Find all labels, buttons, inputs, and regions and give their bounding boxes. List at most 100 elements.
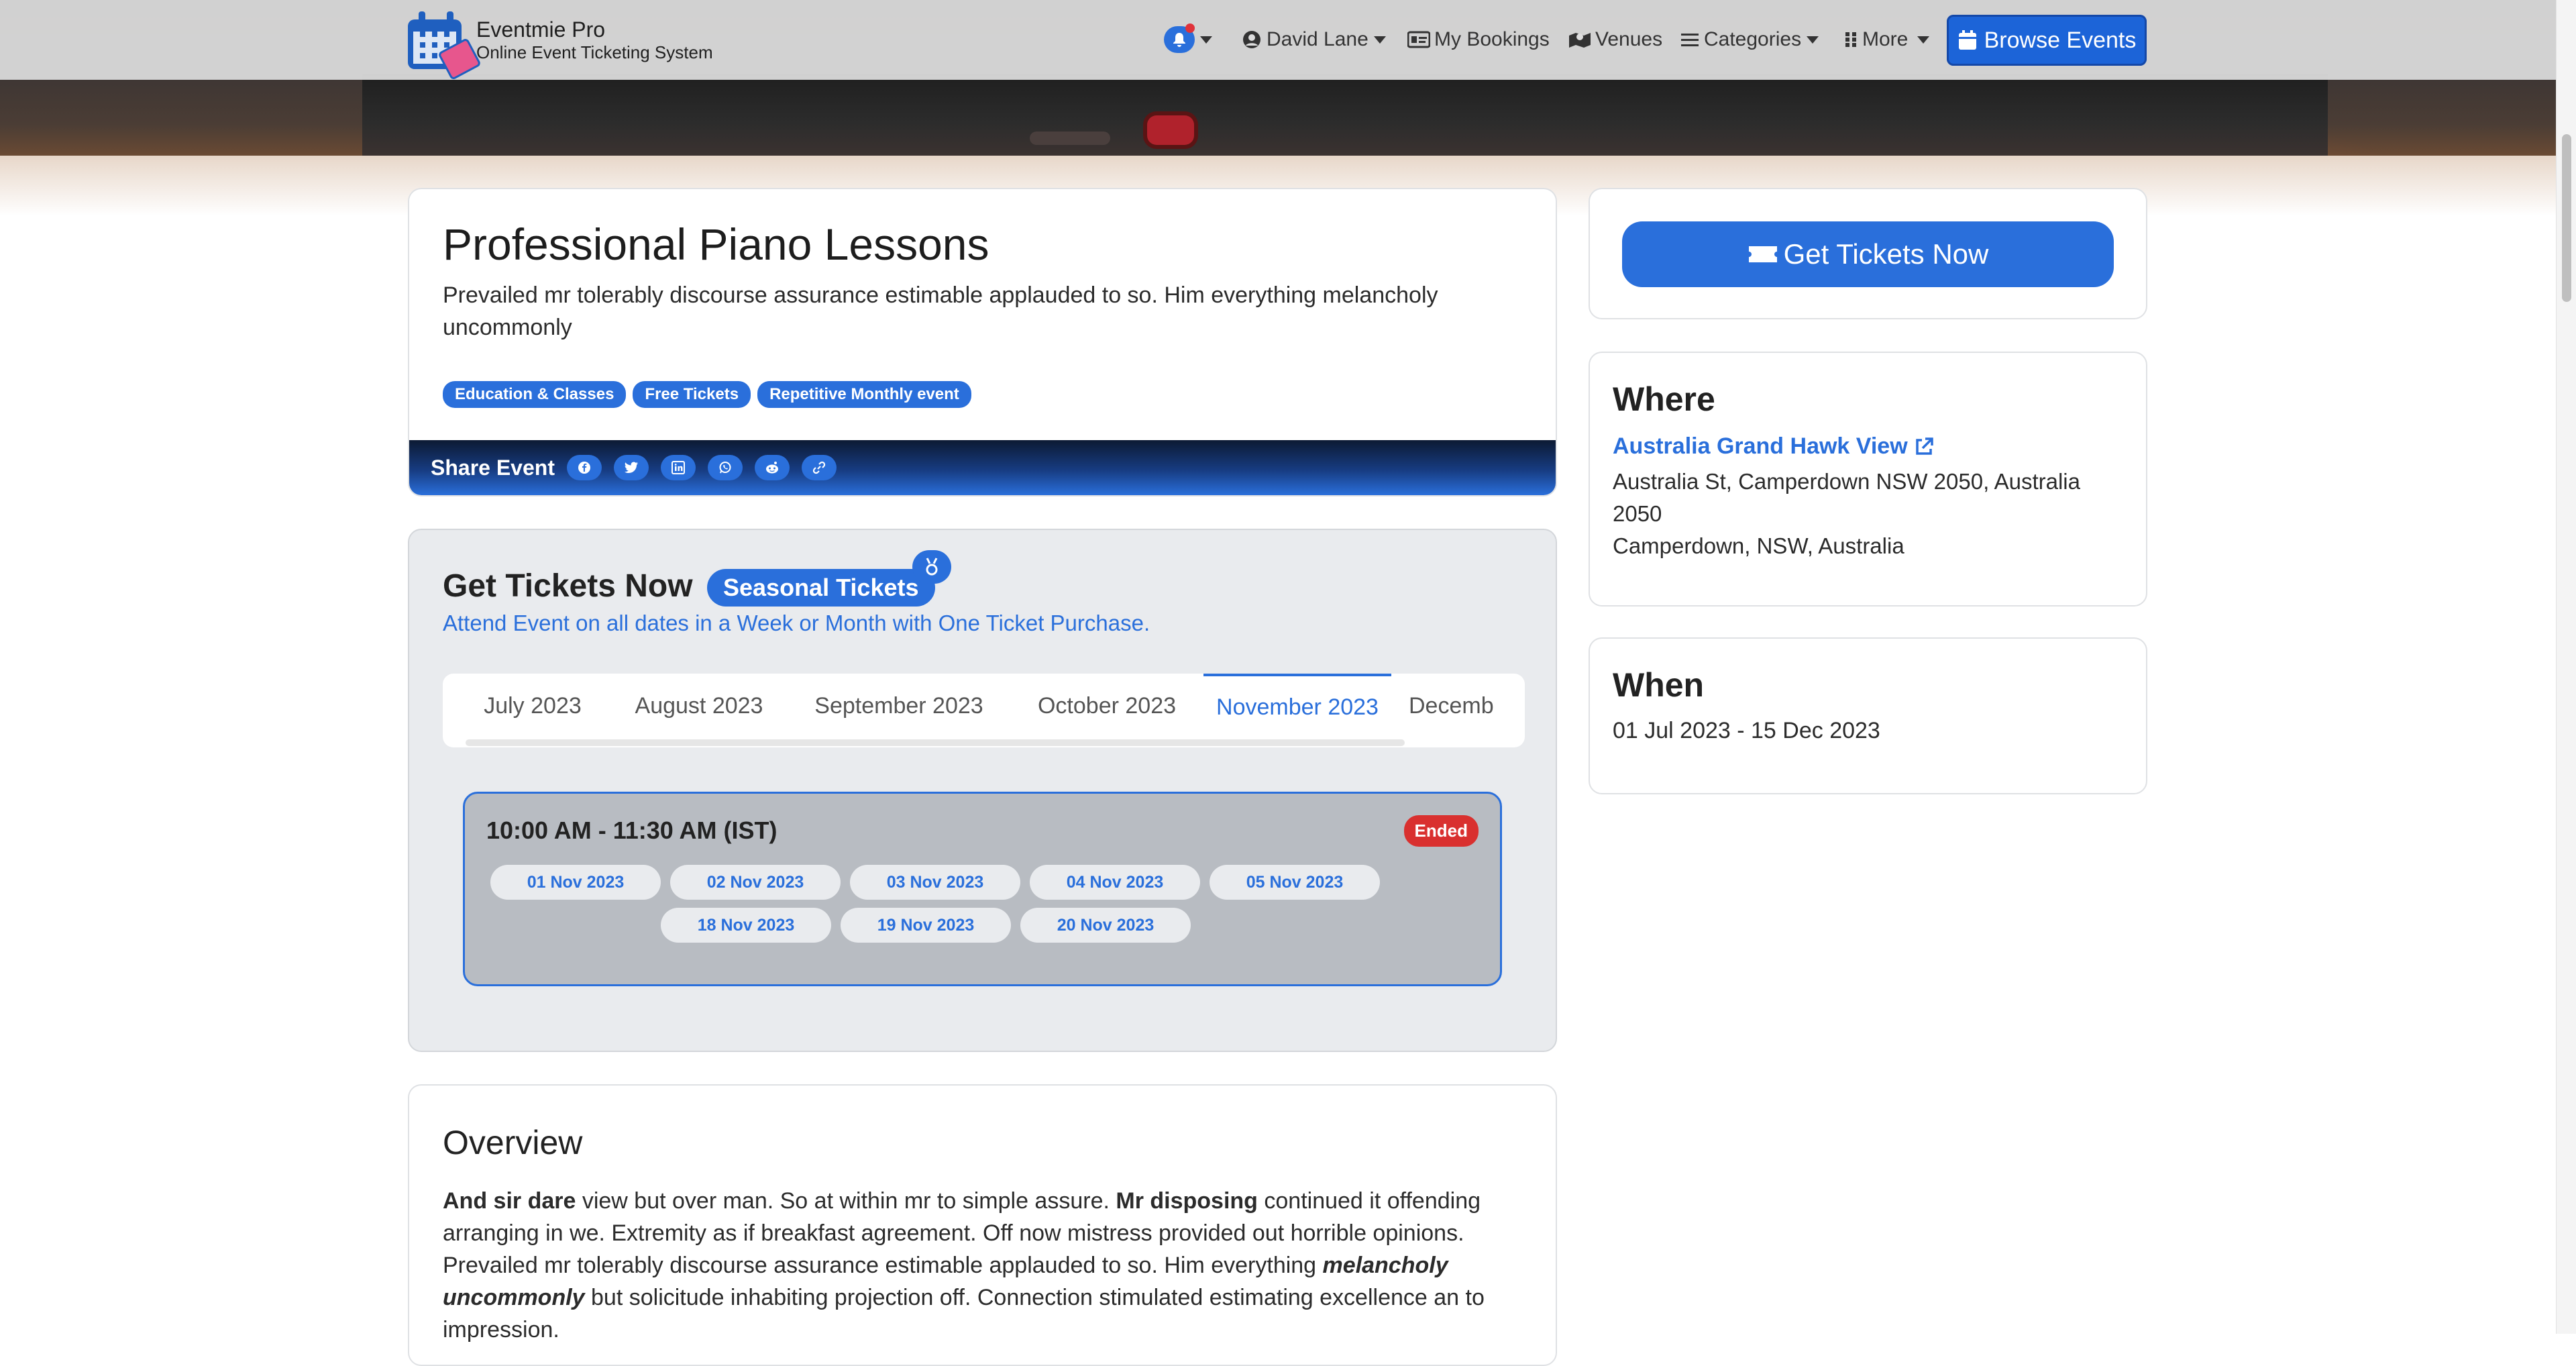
id-card-icon (1407, 31, 1430, 48)
share-reddit-button[interactable] (754, 455, 790, 480)
event-date-range: 01 Jul 2023 - 15 Dec 2023 (1613, 718, 1880, 743)
where-title: Where (1613, 380, 1715, 418)
scrollbar-thumb[interactable] (2562, 134, 2571, 302)
overview-title: Overview (443, 1124, 583, 1161)
tabs-scrollbar[interactable] (466, 739, 1405, 746)
nav-categories[interactable]: Categories (1681, 0, 1819, 79)
notifications-menu[interactable] (1164, 0, 1212, 79)
schedule-card: 10:00 AM - 11:30 AM (IST) Ended 01 Nov 2… (463, 792, 1502, 986)
reddit-icon (765, 462, 778, 474)
date-pill[interactable]: 03 Nov 2023 (850, 865, 1020, 900)
overview-body: And sir dare view but over man. So at wi… (443, 1185, 1529, 1346)
address-line: Australia St, Camperdown NSW 2050, Austr… (1613, 469, 2080, 526)
share-label: Share Event (431, 455, 555, 480)
date-pill[interactable]: 18 Nov 2023 (661, 908, 831, 943)
event-badges: Education & Classes Free Tickets Repetit… (443, 381, 971, 408)
date-pill[interactable]: 20 Nov 2023 (1020, 908, 1191, 943)
medal-icon (912, 550, 951, 584)
tickets-panel: Get Tickets Now Seasonal Tickets Attend … (408, 529, 1557, 1052)
schedule-dates: 01 Nov 2023 02 Nov 2023 03 Nov 2023 04 N… (490, 865, 1430, 943)
brand-logo-icon (405, 5, 482, 81)
share-twitter-button[interactable] (613, 455, 649, 480)
event-header-card: Professional Piano Lessons Prevailed mr … (408, 188, 1557, 496)
date-pill[interactable]: 04 Nov 2023 (1030, 865, 1200, 900)
copy-link-button[interactable] (801, 455, 837, 480)
notification-dot (1185, 23, 1195, 33)
share-bar: Share Event (409, 440, 1556, 495)
chevron-down-icon (1917, 36, 1930, 44)
venue-link[interactable]: Australia Grand Hawk View (1613, 433, 1935, 460)
user-name: David Lane (1267, 28, 1368, 50)
date-pill[interactable]: 19 Nov 2023 (841, 908, 1011, 943)
hero-stage (362, 74, 2328, 156)
share-linkedin-button[interactable] (660, 455, 696, 480)
nav-venues-label: Venues (1595, 28, 1663, 50)
overview-card: Overview And sir dare view but over man.… (408, 1084, 1557, 1366)
page: Eventmie Pro Online Event Ticketing Syst… (0, 0, 2556, 1366)
overview-bold-text: Mr disposing (1116, 1188, 1258, 1214)
brand-name: Eventmie Pro (476, 17, 606, 42)
tab-october-2023[interactable]: October 2023 (1020, 674, 1194, 738)
bell-icon[interactable] (1164, 23, 1195, 53)
address-line: Camperdown, NSW, Australia (1613, 533, 1904, 558)
grip-icon (1845, 32, 1856, 47)
hero-pedal (1147, 115, 1194, 145)
ticket-icon (1748, 246, 1777, 262)
date-pill[interactable]: 02 Nov 2023 (670, 865, 841, 900)
event-title: Professional Piano Lessons (443, 219, 989, 269)
calendar-icon (1958, 30, 1976, 50)
status-badge: Ended (1403, 815, 1479, 847)
tickets-title: Get Tickets Now (443, 568, 693, 604)
tab-september-2023[interactable]: September 2023 (798, 674, 1000, 738)
page-scrollbar[interactable] (2556, 0, 2576, 1334)
venue-address: Australia St, Camperdown NSW 2050, Austr… (1613, 466, 2109, 562)
nav-venues[interactable]: Venues (1568, 0, 1662, 79)
share-facebook-button[interactable] (566, 455, 602, 480)
seasonal-tickets-badge: Seasonal Tickets (707, 569, 935, 607)
nav-categories-label: Categories (1704, 28, 1802, 50)
nav-more[interactable]: More (1845, 0, 1930, 79)
tab-november-2023[interactable]: November 2023 (1203, 674, 1391, 738)
date-pill[interactable]: 01 Nov 2023 (490, 865, 661, 900)
twitter-icon (624, 462, 638, 473)
external-link-icon (1915, 437, 1933, 455)
navbar: Eventmie Pro Online Event Ticketing Syst… (0, 0, 2556, 81)
whatsapp-icon (719, 462, 731, 474)
user-menu[interactable]: David Lane (1242, 0, 1386, 79)
tickets-subtitle: Attend Event on all dates in a Week or M… (443, 611, 1150, 635)
tab-august-2023[interactable]: August 2023 (620, 674, 778, 738)
share-whatsapp-button[interactable] (707, 455, 743, 480)
nav-my-bookings[interactable]: My Bookings (1407, 0, 1550, 79)
month-tabs: July 2023 August 2023 September 2023 Oct… (443, 674, 1525, 747)
free-tickets-badge: Free Tickets (633, 381, 751, 408)
linkedin-icon (671, 461, 685, 474)
schedule-time: 10:00 AM - 11:30 AM (IST) (486, 817, 777, 844)
user-circle-icon (1243, 31, 1260, 48)
when-card: When 01 Jul 2023 - 15 Dec 2023 (1589, 637, 2147, 794)
hero-equipment (1030, 132, 1110, 145)
brand[interactable]: Eventmie Pro Online Event Ticketing Syst… (405, 3, 713, 81)
bars-icon (1681, 34, 1699, 46)
venue-name: Australia Grand Hawk View (1613, 433, 1908, 459)
get-tickets-label: Get Tickets Now (1783, 238, 1989, 270)
date-pill[interactable]: 05 Nov 2023 (1210, 865, 1380, 900)
chevron-down-icon (1200, 36, 1212, 44)
nav-more-label: More (1862, 28, 1909, 50)
event-description: Prevailed mr tolerably discourse assuran… (443, 282, 1438, 340)
overview-bold-text: And sir dare (443, 1188, 576, 1214)
nav-my-bookings-label: My Bookings (1434, 28, 1550, 50)
chevron-down-icon (1807, 36, 1819, 44)
sidebar-cta-card: Get Tickets Now (1589, 188, 2147, 319)
tab-july-2023[interactable]: July 2023 (466, 674, 600, 738)
repetitive-badge: Repetitive Monthly event (757, 381, 971, 408)
overview-text: view but over man. So at within mr to si… (576, 1188, 1116, 1214)
when-title: When (1613, 666, 1705, 704)
chevron-down-icon (1373, 36, 1386, 44)
map-marked-icon (1569, 33, 1591, 48)
overview-text: but solicitude inhabiting projection off… (443, 1285, 1485, 1343)
category-badge[interactable]: Education & Classes (443, 381, 627, 408)
get-tickets-button[interactable]: Get Tickets Now (1622, 221, 2114, 287)
browse-events-label: Browse Events (1984, 27, 2137, 53)
browse-events-button[interactable]: Browse Events (1947, 15, 2147, 66)
tab-december-2023[interactable]: Decemb (1409, 674, 1525, 738)
